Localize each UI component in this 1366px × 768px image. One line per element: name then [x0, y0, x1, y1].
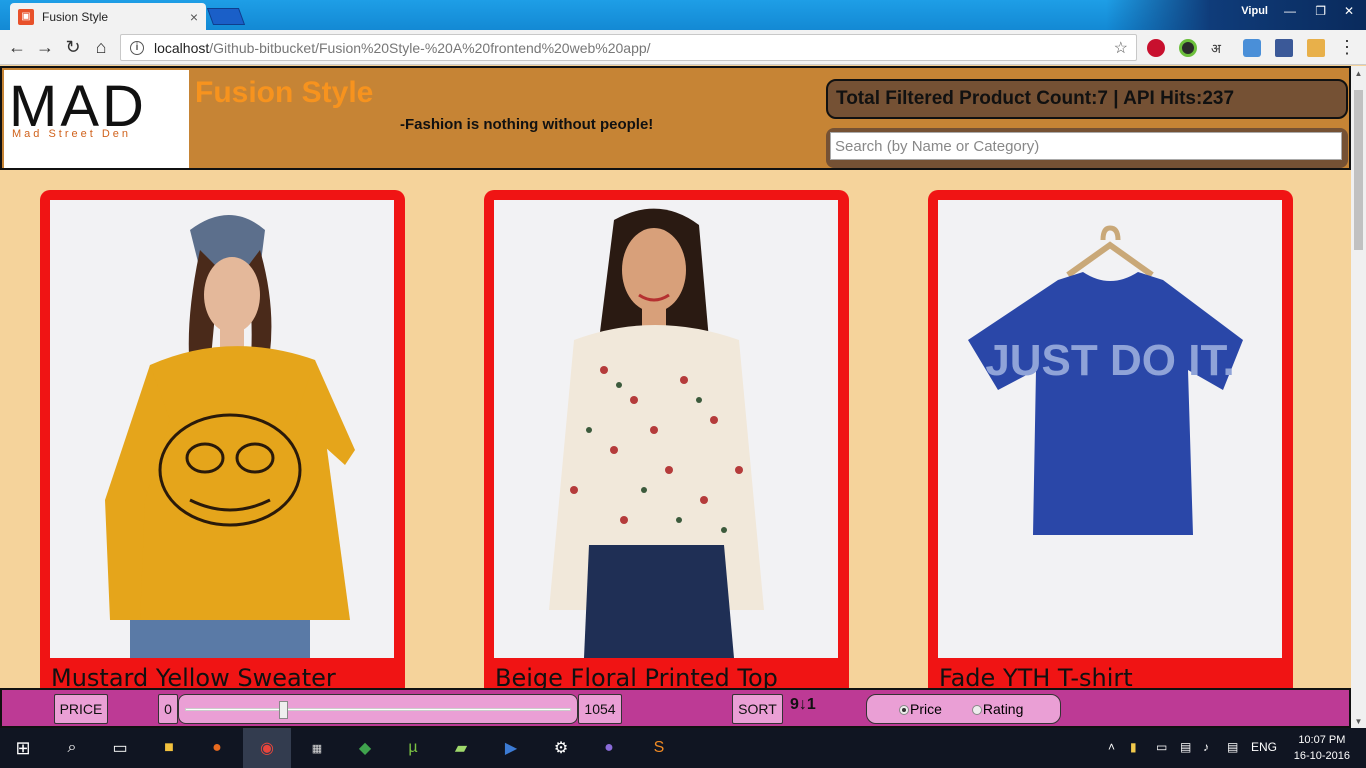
volume-icon[interactable]: ♪	[1203, 740, 1209, 754]
tray-expand-icon[interactable]: ˄	[1108, 740, 1115, 754]
windows-taskbar: ⊞ ⌕ ▭ ■ ● ◉ ▦ ◆ µ ▰ ▶ ⚙ ● S ˄ ▮ ▭ ▤ ♪ ▤ …	[0, 728, 1366, 768]
price-label: PRICE	[54, 694, 108, 724]
tab-close-icon[interactable]: ×	[190, 9, 198, 25]
search-input[interactable]	[830, 132, 1342, 160]
forward-icon[interactable]: →	[34, 37, 56, 58]
scroll-up-icon[interactable]: ▲	[1351, 66, 1366, 82]
system-clock[interactable]: 10:07 PM 16-10-2016	[1294, 732, 1350, 764]
product-image[interactable]	[50, 200, 394, 658]
extension-icon[interactable]	[1307, 39, 1325, 57]
windows-start-icon[interactable]: ⊞	[11, 736, 35, 760]
search-container	[826, 128, 1348, 168]
clock-time: 10:07 PM	[1298, 734, 1346, 746]
battery-icon[interactable]: ▭	[1156, 740, 1167, 754]
radio-rating-option[interactable]: Rating	[971, 701, 1023, 717]
product-name[interactable]: Beige Floral Printed Top	[495, 664, 778, 688]
network-icon[interactable]: ▤	[1180, 740, 1191, 754]
browser-titlebar: ▣ Fusion Style × Vipul — ❐ ✕	[0, 0, 1366, 30]
browser-tab[interactable]: ▣ Fusion Style ×	[10, 3, 206, 30]
adblock-extension-icon[interactable]	[1147, 39, 1165, 57]
tab-title: Fusion Style	[42, 9, 109, 24]
product-card[interactable]: JUST DO IT. Fade YTH T-shirt	[928, 190, 1293, 688]
radio-rating-label[interactable]: Rating	[983, 701, 1023, 717]
folder-app-icon[interactable]: ▰	[449, 736, 473, 760]
extension-icon[interactable]	[1275, 39, 1293, 57]
menu-icon[interactable]: ⋮	[1336, 37, 1358, 58]
product-name[interactable]: Mustard Yellow Sweater	[51, 664, 336, 688]
slider-line	[185, 708, 571, 711]
chat-app-icon[interactable]: ●	[597, 736, 621, 760]
task-view-icon[interactable]: ▭	[108, 736, 132, 760]
clock-date: 16-10-2016	[1293, 750, 1350, 762]
product-image[interactable]	[494, 200, 838, 658]
product-card[interactable]: Beige Floral Printed Top	[484, 190, 849, 688]
back-icon[interactable]: ←	[6, 37, 28, 58]
product-name[interactable]: Fade YTH T-shirt	[939, 664, 1133, 688]
settings-gear-icon[interactable]: ⚙	[549, 736, 573, 760]
radio-rating-icon[interactable]	[971, 705, 982, 715]
price-max-value: 1054	[578, 694, 622, 724]
price-min-value: 0	[158, 694, 178, 724]
scrollbar-thumb[interactable]	[1354, 90, 1363, 250]
search-icon[interactable]: ⌕	[60, 736, 84, 760]
calendar-app-icon[interactable]: ▦	[305, 736, 329, 760]
tshirt-print: JUST DO IT.	[985, 336, 1234, 385]
hindi-input-icon[interactable]: अ	[1211, 39, 1229, 57]
notification-icon[interactable]: ▤	[1227, 740, 1238, 754]
product-grid: Mustard Yellow Sweater Beige Floral Prin…	[0, 170, 1351, 688]
site-title: Fusion Style	[195, 76, 374, 109]
reload-icon[interactable]: ↻	[62, 37, 84, 58]
extension-icon[interactable]	[1243, 39, 1261, 57]
tray-app-icon[interactable]: ▮	[1130, 740, 1137, 754]
file-explorer-icon[interactable]: ■	[157, 736, 181, 760]
titlebar-background	[1106, 0, 1366, 30]
price-range-slider[interactable]	[178, 694, 578, 724]
page-header: MAD Mad Street Den Fusion Style -Fashion…	[0, 66, 1351, 170]
product-count-status: Total Filtered Product Count:7 | API Hit…	[826, 79, 1348, 119]
radio-price-option[interactable]: Price	[899, 701, 942, 717]
url-host: localhost	[154, 39, 210, 56]
sublime-text-icon[interactable]: S	[647, 736, 671, 760]
url-path: /Github-bitbucket/Fusion%20Style-%20A%20…	[209, 39, 651, 56]
firefox-icon[interactable]: ●	[205, 736, 229, 760]
sort-order-icon[interactable]: 9↓1	[790, 696, 816, 714]
filter-bar: PRICE 0 1054 SORT 9↓1 Price Rating	[0, 688, 1351, 728]
woman-yellow-sweater-image	[50, 200, 394, 658]
powershell-icon[interactable]: ▶	[499, 736, 523, 760]
site-info-icon[interactable]: i	[130, 40, 144, 55]
sort-by-radio-group: Price Rating	[866, 694, 1061, 724]
tab-favicon-icon: ▣	[18, 8, 34, 25]
profile-name[interactable]: Vipul	[1241, 5, 1268, 17]
browser-toolbar: ← → ↻ ⌂ i localhost/Github-bitbucket/Fus…	[0, 30, 1366, 65]
language-indicator[interactable]: ENG	[1251, 740, 1277, 754]
bookmark-star-icon[interactable]: ☆	[1114, 38, 1128, 58]
sort-button[interactable]: SORT	[732, 694, 783, 724]
logo-subtext: Mad Street Den	[12, 128, 132, 140]
slider-handle[interactable]	[279, 701, 289, 719]
radio-price-label[interactable]: Price	[910, 701, 942, 717]
product-image[interactable]: JUST DO IT.	[938, 200, 1282, 658]
utorrent-icon[interactable]: µ	[401, 736, 425, 760]
page-scrollbar[interactable]: ▲ ▼	[1351, 66, 1366, 730]
tagline: -Fashion is nothing without people!	[400, 116, 654, 133]
product-card[interactable]: Mustard Yellow Sweater	[40, 190, 405, 688]
window-close-icon[interactable]: ✕	[1344, 4, 1354, 18]
new-tab-button[interactable]	[206, 8, 246, 25]
blue-tshirt-image: JUST DO IT.	[938, 200, 1282, 658]
extension-icon[interactable]	[1179, 39, 1197, 57]
address-bar[interactable]: i localhost/Github-bitbucket/Fusion%20St…	[120, 34, 1137, 61]
woman-floral-top-image	[494, 200, 838, 658]
restore-icon[interactable]: ❐	[1315, 4, 1326, 18]
logo: MAD Mad Street Den	[4, 70, 189, 168]
radio-price-icon[interactable]	[899, 705, 909, 715]
home-icon[interactable]: ⌂	[90, 37, 112, 58]
minimize-icon[interactable]: —	[1284, 4, 1296, 18]
chrome-icon[interactable]: ◉	[255, 736, 279, 760]
network-app-icon[interactable]: ◆	[353, 736, 377, 760]
